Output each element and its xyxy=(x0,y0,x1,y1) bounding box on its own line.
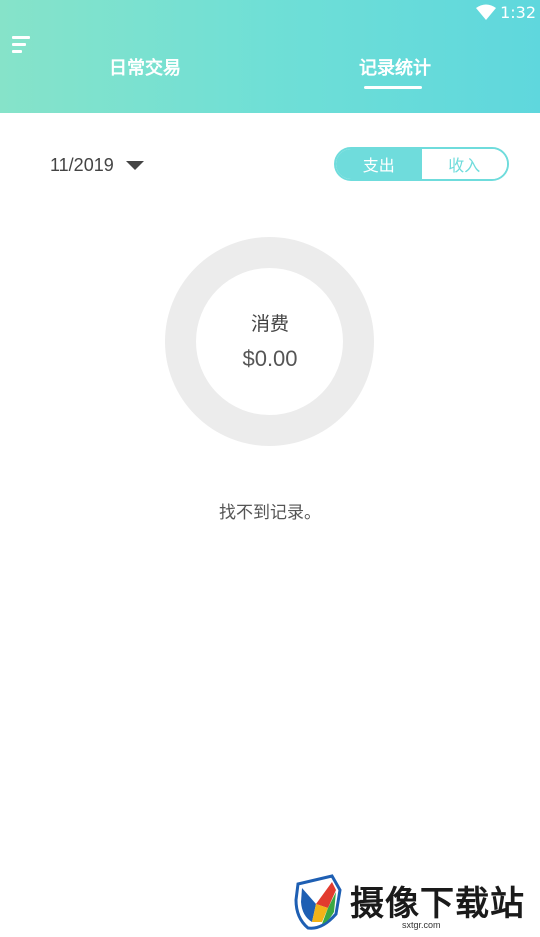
shield-logo-icon xyxy=(294,874,342,930)
tab-daily-transactions[interactable]: 日常交易 xyxy=(96,54,194,80)
status-time: 1:32 xyxy=(500,3,536,22)
wifi-icon xyxy=(476,4,496,20)
segment-income-button[interactable]: 收入 xyxy=(421,149,507,179)
month-picker[interactable]: 11/2019 xyxy=(50,152,144,178)
summary-label: 消费 xyxy=(250,313,289,335)
app-header: 1:32 日常交易 记录统计 xyxy=(0,0,540,113)
caret-down-icon xyxy=(125,160,144,170)
empty-state-message: 找不到记录。 xyxy=(219,503,321,523)
segment-expense-button[interactable]: 支出 xyxy=(336,149,422,179)
menu-icon[interactable] xyxy=(12,36,30,54)
watermark: 摄像下载站 sxtgr.com xyxy=(292,870,540,937)
watermark-text: 摄像下载站 xyxy=(350,884,525,924)
tab-record-statistics[interactable]: 记录统计 xyxy=(346,54,444,80)
expense-income-toggle: 支出 收入 xyxy=(334,147,509,181)
summary-amount: $0.00 xyxy=(242,346,298,371)
donut-chart xyxy=(165,237,374,446)
status-bar: 1:32 xyxy=(0,0,540,26)
month-label: 11/2019 xyxy=(50,154,114,175)
watermark-domain: sxtgr.com xyxy=(402,920,441,930)
active-tab-indicator xyxy=(364,86,422,89)
